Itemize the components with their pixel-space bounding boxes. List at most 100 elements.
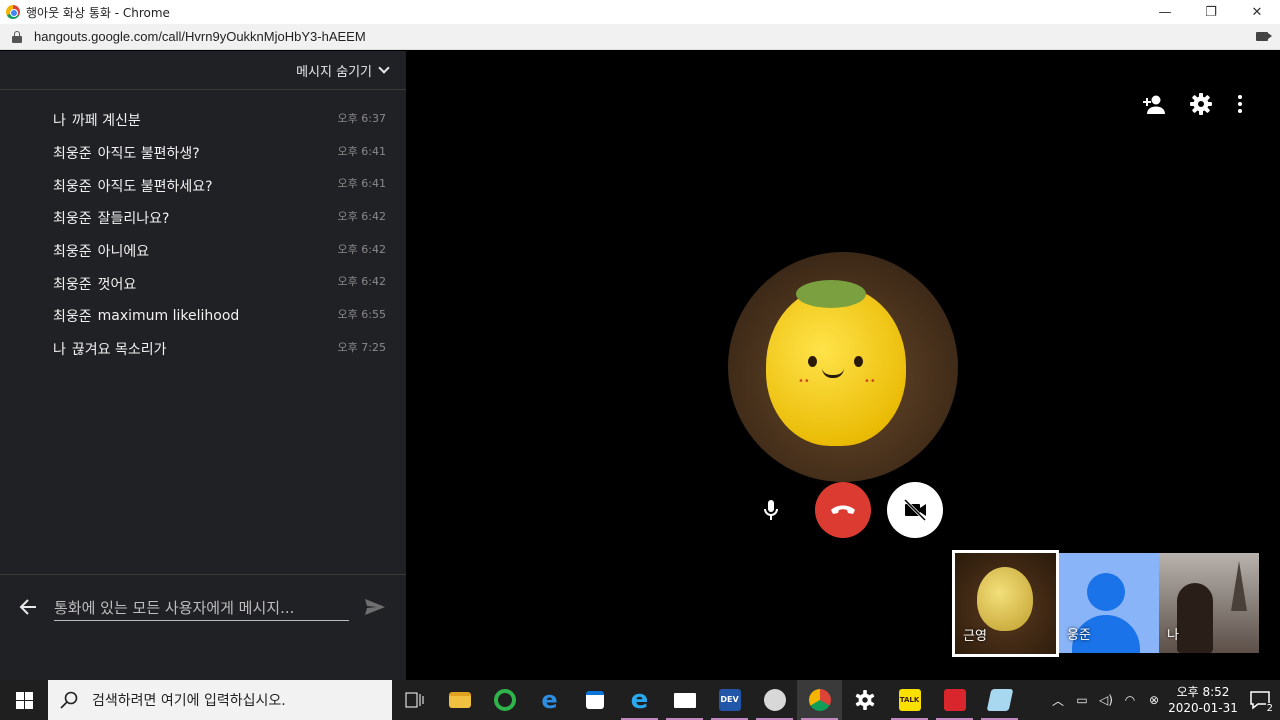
message-sender: 나 [53,342,66,359]
camera-off-button[interactable] [887,482,943,538]
windows-taskbar: 검색하려면 여기에 입력하십시오. e e DEV TALK ︿ ▭ ◁) ◠ … [0,680,1280,720]
send-icon[interactable] [364,598,386,616]
video-stage: •• •• 근영 웅준 나 [406,51,1280,680]
message-time: 오후 7:25 [337,340,386,354]
chat-header: 메시지 숨기기 [0,51,406,90]
message-sender: 최웅준 [53,276,92,293]
store-button[interactable] [572,680,617,720]
hang-up-button[interactable] [815,482,871,538]
back-arrow-icon[interactable] [19,598,37,616]
message-text: 아직도 불편하세요? [97,178,213,195]
participant-name: 웅준 [1067,628,1091,643]
message-item: 최웅준 maximum likelihood 오후 6:55 [0,300,406,333]
kakaotalk-button[interactable]: TALK [887,680,932,720]
clock-date: 2020-01-31 [1168,701,1238,715]
chat-panel: 메시지 숨기기 나 까페 계신분 오후 6:37 최웅준 아직도 불편하생? 오후 6:… [0,51,406,680]
phone-hangup-icon [831,505,855,514]
participant-name: 나 [1167,628,1179,643]
paint-app-button[interactable] [752,680,797,720]
notes-app-button[interactable] [977,680,1022,720]
search-icon [60,691,78,709]
edge-icon: e [541,686,558,714]
clock-time: 오후 8:52 [1176,685,1230,699]
message-time: 오후 6:41 [337,177,386,191]
dev-tool-button[interactable]: DEV [707,680,752,720]
minimize-button[interactable]: — [1142,0,1188,24]
participant-thumbnail[interactable]: 근영 [952,550,1059,657]
ie-icon: e [630,685,649,715]
more-options-icon[interactable] [1236,94,1244,114]
address-bar[interactable]: hangouts.google.com/call/Hvrn9yOukknMjoH… [0,24,1280,50]
camera-indicator-icon[interactable] [1256,32,1272,41]
notepad-icon [986,689,1013,711]
battery-icon[interactable]: ▭ [1070,693,1094,707]
message-sender: 최웅준 [53,244,92,261]
wifi-icon[interactable]: ◠ [1118,693,1142,707]
url-text[interactable]: hangouts.google.com/call/Hvrn9yOukknMjoH… [34,29,366,44]
chat-input-area [0,574,406,680]
pdf-icon [943,689,966,711]
pdf-reader-button[interactable] [932,680,977,720]
participant-thumbnail[interactable]: 웅준 [1059,553,1159,653]
task-view-button[interactable] [392,680,437,720]
message-item: 최웅준 아직도 불편하세요? 오후 6:41 [0,169,406,202]
chrome-logo-icon [6,5,20,19]
folder-icon [448,692,471,708]
message-text: maximum likelihood [97,308,240,325]
palette-icon [763,689,786,711]
message-list: 나 까페 계신분 오후 6:37 최웅준 아직도 불편하생? 오후 6:41 최웅준 아직… [0,90,406,366]
edge-button[interactable]: e [527,680,572,720]
taskbar-clock[interactable]: 오후 8:52 2020-01-31 [1166,684,1240,716]
app-green-circle-button[interactable] [482,680,527,720]
chrome-button[interactable] [797,680,842,720]
message-text: 아직도 불편하생? [97,146,200,163]
settings-gear-icon[interactable] [1190,93,1212,115]
message-time: 오후 6:42 [337,242,386,256]
message-text: 잘들리나요? [97,211,170,228]
message-input[interactable] [54,595,349,621]
main-participant-video: •• •• [728,252,958,482]
start-button[interactable] [0,680,48,720]
participant-thumbnail[interactable]: 나 [1159,553,1259,653]
message-item: 나 끊겨요 목소리가 오후 7:25 [0,333,406,366]
volume-icon[interactable]: ◁) [1094,693,1118,707]
green-ring-icon [493,689,516,711]
file-explorer-button[interactable] [437,680,482,720]
message-text: 아니에요 [97,244,150,261]
notification-count: 2 [1265,703,1274,714]
call-controls [751,482,943,538]
settings-button[interactable] [842,680,887,720]
message-sender: 나 [53,113,66,130]
mail-icon [673,692,696,708]
gear-icon [855,690,874,710]
mail-button[interactable] [662,680,707,720]
hide-messages-button[interactable]: 메시지 숨기기 [296,61,372,80]
message-time: 오후 6:37 [337,112,386,125]
message-sender: 최웅준 [53,146,92,163]
message-text: 껏어요 [97,276,137,293]
show-hidden-icons-chevron-icon[interactable]: ︿ [1046,692,1070,709]
microphone-icon [764,500,778,520]
close-button[interactable]: ✕ [1234,0,1280,24]
title-bar: 행아웃 화상 통화 - Chrome — ❐ ✕ [0,0,1280,24]
message-item: 최웅준 아니에요 오후 6:42 [0,235,406,268]
participant-thumbnails: 근영 웅준 나 [952,550,1259,657]
network-disconnected-icon[interactable]: ⊗ [1142,693,1166,707]
message-time: 오후 6:42 [337,275,386,289]
window-title: 행아웃 화상 통화 - Chrome [26,5,170,20]
action-center-button[interactable]: 2 [1240,680,1280,720]
message-item: 최웅준 껏어요 오후 6:42 [0,267,406,300]
chevron-down-icon[interactable] [378,62,390,74]
chrome-icon [808,689,831,711]
mic-button[interactable] [751,482,791,538]
message-time: 오후 6:42 [337,210,386,224]
camera-off-icon [903,499,927,521]
message-item: 나 까페 계신분 오후 6:37 [0,104,406,137]
message-item: 최웅준 아직도 불편하생? 오후 6:41 [0,137,406,170]
taskbar-search[interactable]: 검색하려면 여기에 입력하십시오. [48,680,392,720]
internet-explorer-button[interactable]: e [617,680,662,720]
restore-button[interactable]: ❐ [1188,0,1234,24]
windows-logo-icon [15,691,33,709]
lock-icon[interactable] [12,30,22,43]
add-person-icon[interactable] [1142,94,1166,114]
